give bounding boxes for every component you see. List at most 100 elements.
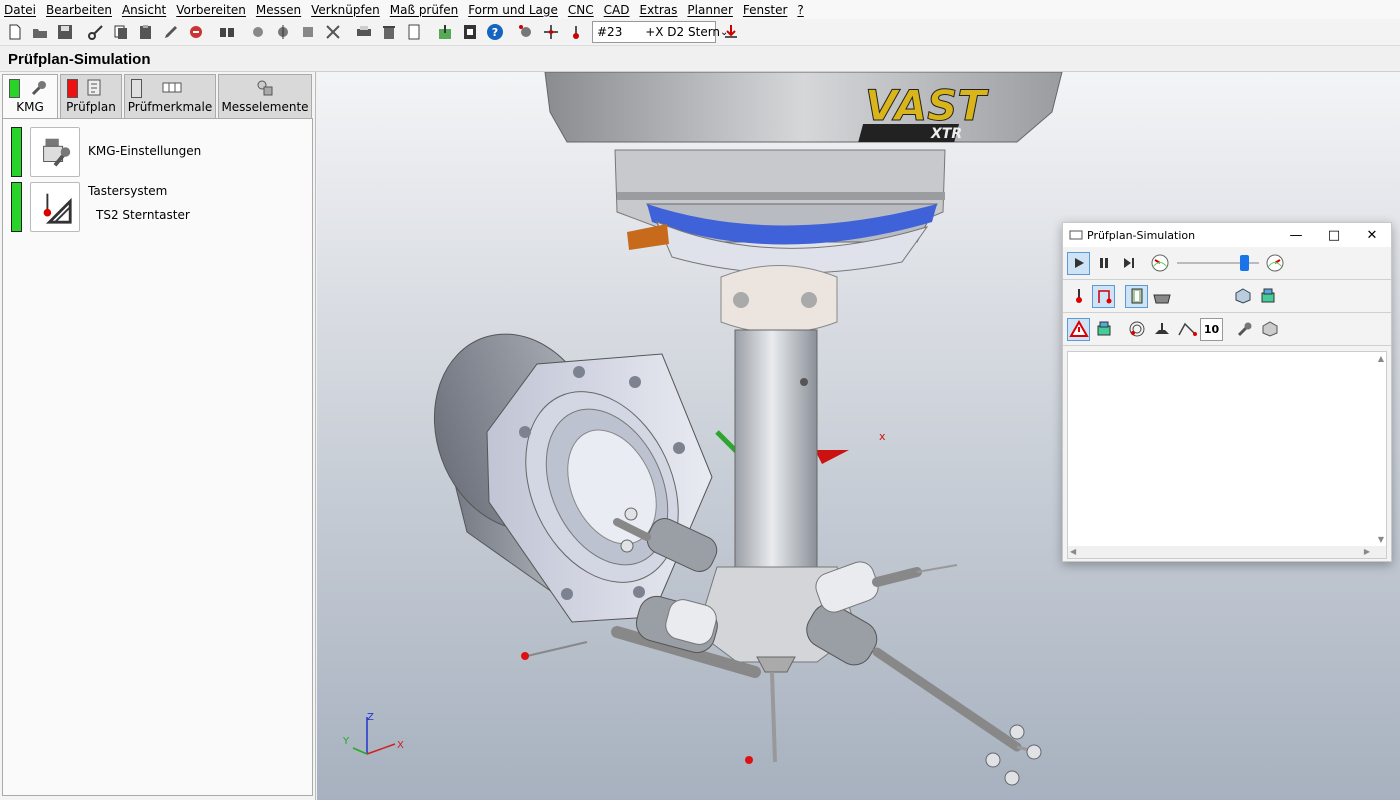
program-icon[interactable]: [459, 21, 481, 43]
collision-warning-icon[interactable]: [1067, 317, 1090, 341]
stylus-tip-bottom: [745, 756, 753, 764]
step-button[interactable]: [1117, 252, 1140, 275]
horizontal-scrollbar[interactable]: ◀ ▶: [1068, 546, 1386, 558]
probe-down-icon[interactable]: [720, 21, 742, 43]
menu-vorbereiten[interactable]: Vorbereiten: [176, 3, 246, 17]
page-title: Prüfplan-Simulation: [0, 47, 1400, 72]
edit-icon[interactable]: [160, 21, 182, 43]
z-axis-label: Z: [367, 712, 374, 723]
simulation-log[interactable]: ▲ ▼ ◀ ▶: [1067, 351, 1387, 559]
window-icon: [1069, 230, 1083, 240]
minimize-icon[interactable]: —: [1277, 228, 1315, 243]
plane-icon[interactable]: [1150, 318, 1173, 341]
measure-tool-1-icon[interactable]: [515, 21, 537, 43]
tab-pruefplan-label: Prüfplan: [66, 100, 116, 114]
menu-planner[interactable]: Planner: [687, 3, 732, 17]
menu-mass-pruefen[interactable]: Maß prüfen: [390, 3, 458, 17]
menu-ansicht[interactable]: Ansicht: [122, 3, 166, 17]
report-icon[interactable]: [403, 21, 425, 43]
menu-cnc[interactable]: CNC: [568, 3, 594, 17]
probe-tool-1-icon[interactable]: [247, 21, 269, 43]
play-button[interactable]: [1067, 251, 1090, 275]
menu-cad[interactable]: CAD: [604, 3, 630, 17]
copy-icon[interactable]: [110, 21, 132, 43]
count-field[interactable]: 10: [1200, 317, 1223, 341]
paste-icon[interactable]: [135, 21, 157, 43]
probe-point-icon[interactable]: [1067, 285, 1090, 308]
kmg-settings-row[interactable]: KMG-Einstellungen: [11, 127, 201, 177]
playback-controls: [1063, 247, 1391, 280]
simulation-title: Prüfplan-Simulation: [1087, 228, 1196, 242]
brand-sub-text: XTR: [930, 126, 962, 142]
svg-text:?: ?: [492, 26, 498, 39]
delete-icon[interactable]: [378, 21, 400, 43]
collision-fixture-icon[interactable]: [1092, 318, 1115, 341]
probe-selector[interactable]: #23 +X D2 Stern ⌄: [592, 21, 728, 43]
cut-icon[interactable]: [85, 21, 107, 43]
curve-icon[interactable]: [1175, 318, 1198, 341]
save-icon[interactable]: [54, 21, 76, 43]
menu-form-und-lage[interactable]: Form und Lage: [468, 3, 558, 17]
scroll-left-icon[interactable]: ◀: [1070, 547, 1076, 556]
measure-tool-2-icon[interactable]: [540, 21, 562, 43]
undo-icon[interactable]: [185, 21, 207, 43]
menu-extras[interactable]: Extras: [639, 3, 677, 17]
speed-slow-icon: [1148, 252, 1171, 275]
probe-system-icon[interactable]: [30, 182, 80, 232]
new-file-icon[interactable]: [4, 21, 26, 43]
display-options: [1063, 280, 1391, 313]
menu-bearbeiten[interactable]: Bearbeiten: [46, 3, 112, 17]
speed-slider[interactable]: [1177, 255, 1259, 271]
menu-verknuepfen[interactable]: Verknüpfen: [311, 3, 380, 17]
fixture-icon[interactable]: [1256, 285, 1279, 308]
measure-tool-3-icon[interactable]: [565, 21, 587, 43]
brand-main-text: VAST: [865, 81, 989, 130]
table-icon[interactable]: [1150, 285, 1173, 308]
tab-messelemente[interactable]: Messelemente: [218, 74, 312, 118]
kmg-tab-content: KMG-Einstellungen Tastersystem TS2 Stern…: [2, 118, 313, 796]
model-cube-icon[interactable]: [1258, 318, 1281, 341]
tab-kmg[interactable]: KMG: [2, 74, 58, 118]
cube-view-icon[interactable]: [1231, 285, 1254, 308]
probe-path-icon[interactable]: [1092, 284, 1115, 308]
wrench-icon[interactable]: [1233, 318, 1256, 341]
probe-shaft: [734, 329, 818, 573]
menu-datei[interactable]: Datei: [4, 3, 36, 17]
scroll-right-icon[interactable]: ▶: [1364, 547, 1370, 556]
scroll-up-icon[interactable]: ▲: [1378, 354, 1384, 363]
tab-pruefplan[interactable]: Prüfplan: [60, 74, 122, 118]
measure-elements-icon: [257, 80, 273, 96]
probe-system-row[interactable]: Tastersystem TS2 Sterntaster: [11, 182, 190, 232]
help-icon[interactable]: ?: [484, 21, 506, 43]
x-axis-label: X: [397, 740, 404, 751]
open-folder-icon[interactable]: [29, 21, 51, 43]
simulation-window: Prüfplan-Simulation — □ ✕ 10 ▲ ▼ ◀ ▶: [1062, 222, 1392, 562]
maximize-icon[interactable]: □: [1315, 228, 1353, 243]
tab-pruefmerkmale[interactable]: Prüfmerkmale: [124, 74, 216, 118]
probe-tool-2-icon[interactable]: [272, 21, 294, 43]
menu-fenster[interactable]: Fenster: [743, 3, 788, 17]
export-icon[interactable]: [434, 21, 456, 43]
menu-help[interactable]: ?: [797, 3, 803, 17]
probe-tool-3-icon[interactable]: [297, 21, 319, 43]
tolerance-frame-icon: [162, 82, 182, 93]
slider-thumb[interactable]: [1240, 255, 1250, 271]
scan-circle-icon[interactable]: [1125, 318, 1148, 341]
menu-messen[interactable]: Messen: [256, 3, 301, 17]
close-icon[interactable]: ✕: [1353, 228, 1391, 243]
kmg-settings-icon[interactable]: [30, 127, 80, 177]
find-icon[interactable]: [216, 21, 238, 43]
speed-fast-icon: [1263, 252, 1286, 275]
machine-frame-icon[interactable]: [1125, 284, 1148, 308]
probe-system-label: Tastersystem: [88, 184, 168, 198]
axis-indicator: Z X Y: [342, 712, 404, 755]
pause-button[interactable]: [1092, 252, 1115, 275]
probe-tool-4-icon[interactable]: [322, 21, 344, 43]
simulation-titlebar[interactable]: Prüfplan-Simulation — □ ✕: [1063, 223, 1391, 247]
print-icon[interactable]: [353, 21, 375, 43]
status-indicator: [131, 79, 142, 98]
status-indicator: [11, 127, 22, 177]
status-indicator: [9, 79, 20, 98]
scroll-down-icon[interactable]: ▼: [1378, 535, 1384, 544]
wrench-icon: [31, 81, 46, 96]
